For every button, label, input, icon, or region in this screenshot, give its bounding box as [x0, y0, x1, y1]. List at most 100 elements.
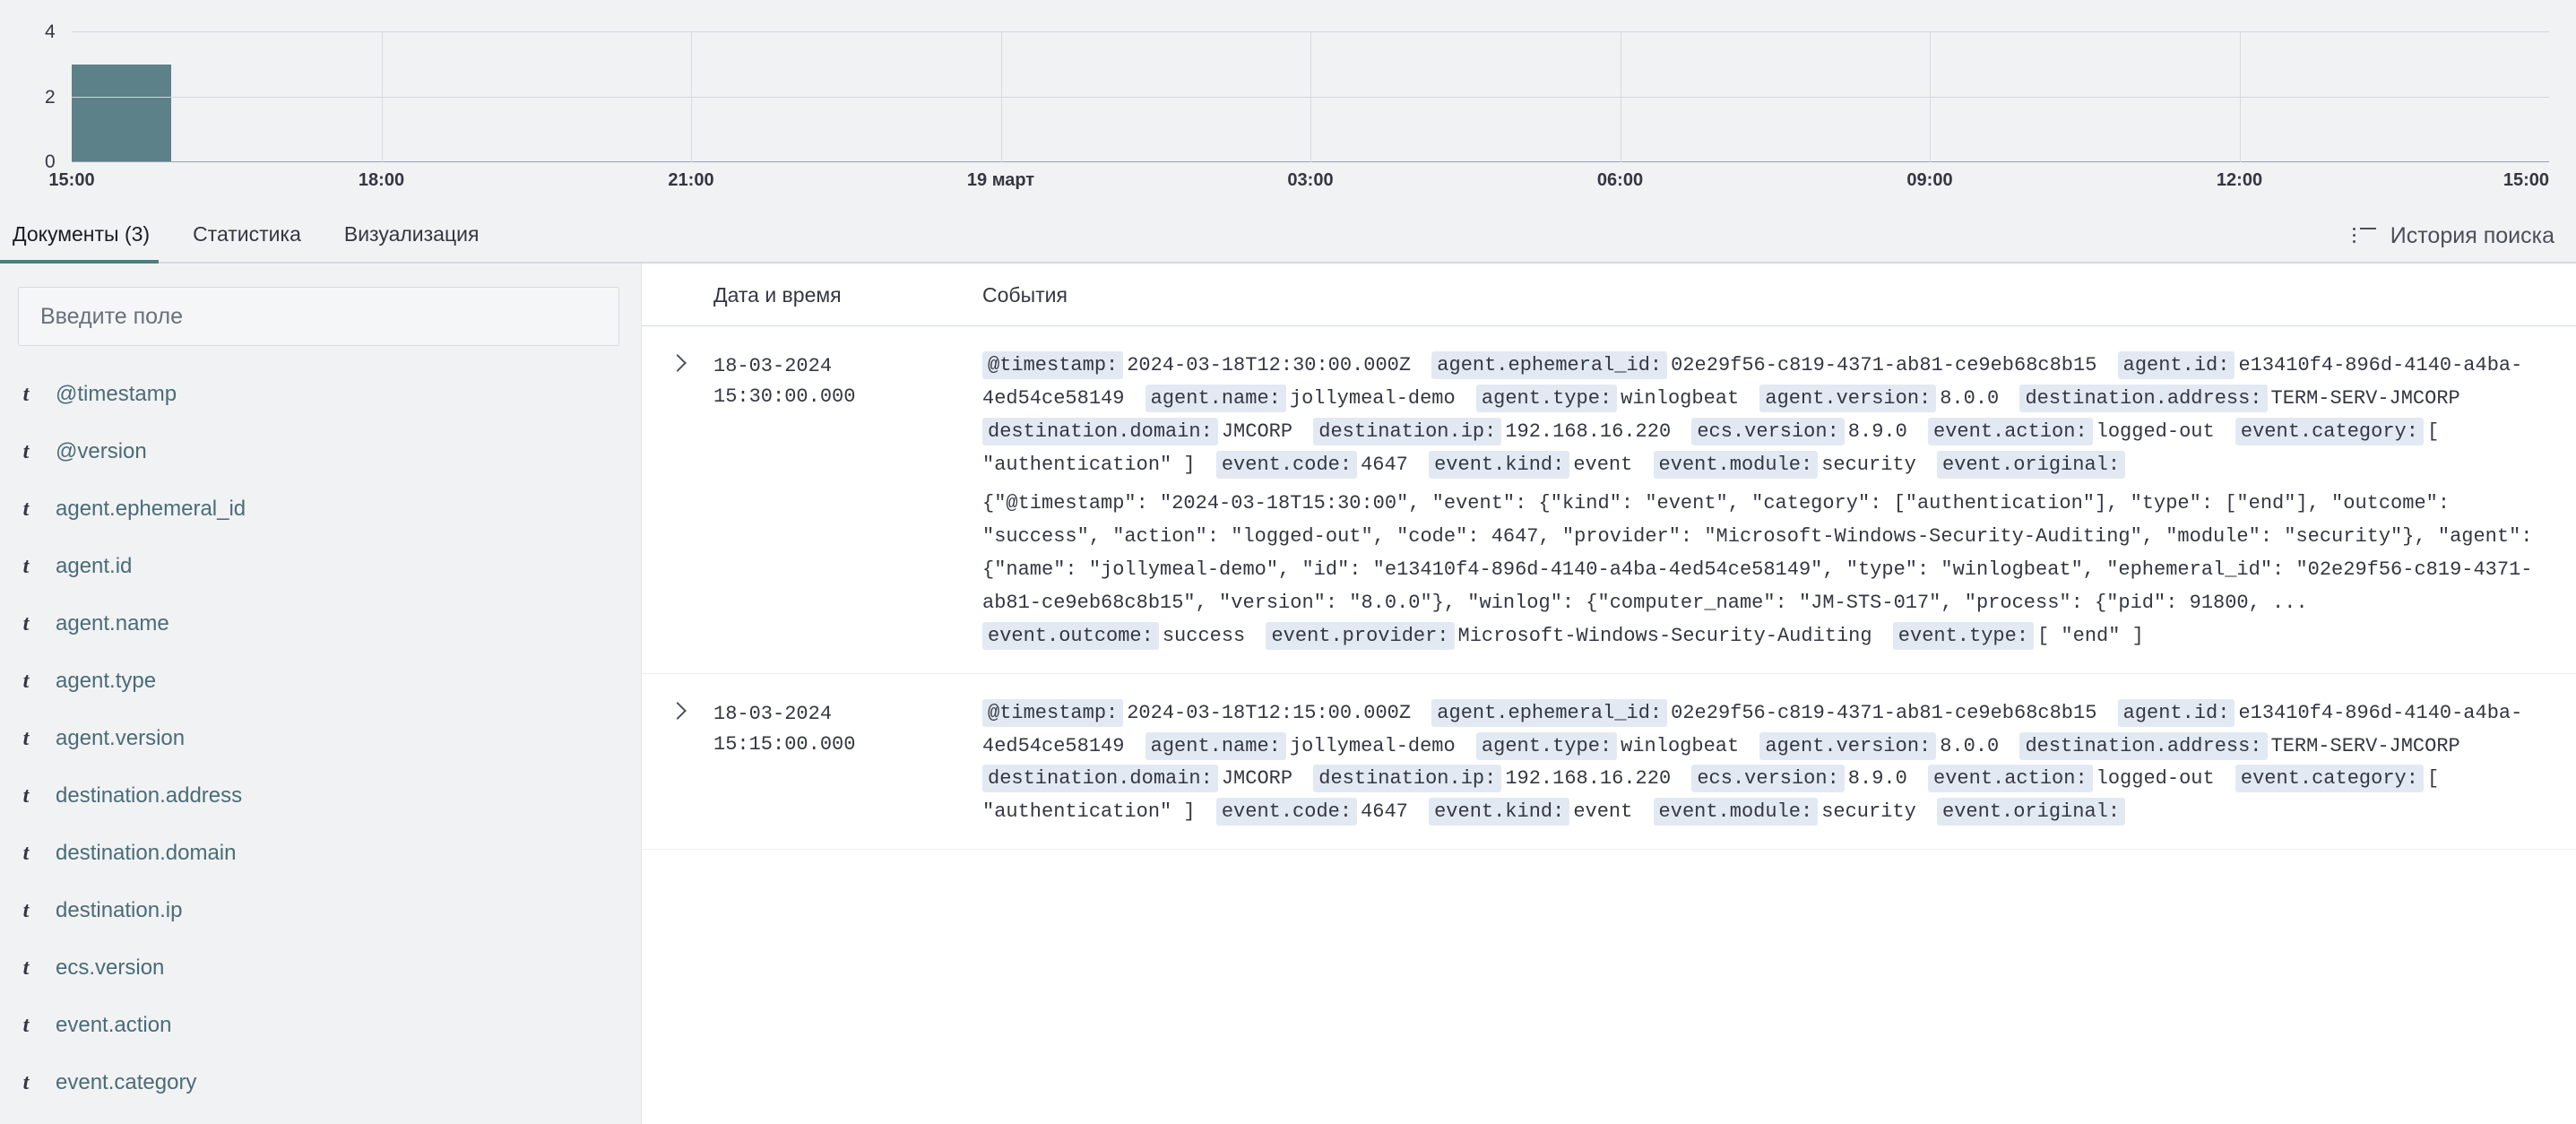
sidebar-field-destination.address[interactable]: t destination.address	[0, 767, 641, 825]
sidebar-field-agent.ephemeral_id[interactable]: t agent.ephemeral_id	[0, 480, 641, 538]
row-event-summary: @timestamp: 2024-03-18T12:30:00.000Z agen…	[982, 350, 2576, 653]
field-key: event.kind:	[1429, 798, 1570, 826]
field-value: 02e29f56-c819-4371-ab81-ce9eb68c8b15	[1671, 701, 2097, 724]
documents-table: Дата и время События 18-03-2024 15:30:00.…	[642, 264, 2576, 1124]
sidebar-field-@version[interactable]: t @version	[0, 423, 641, 480]
field-value: [ "end" ]	[2037, 624, 2144, 647]
field-value: success	[1162, 624, 1246, 647]
sidebar-field-agent.version[interactable]: t agent.version	[0, 710, 641, 767]
field-name-label: event.action	[56, 1013, 172, 1037]
field-key: agent.type:	[1475, 384, 1618, 412]
x-axis-tick: 21:00	[668, 170, 714, 190]
x-axis-tick: 15:00	[2503, 170, 2549, 190]
field-value: 192.168.16.220	[1505, 767, 1672, 791]
field-type-icon: t	[22, 1013, 30, 1037]
field-value: security	[1821, 453, 1916, 476]
field-type-icon: t	[22, 898, 30, 922]
field-key: agent.version:	[1759, 731, 1937, 760]
y-axis-tick: 4	[45, 22, 56, 42]
sidebar-field-agent.type[interactable]: t agent.type	[0, 653, 641, 710]
field-key: destination.ip:	[1313, 765, 1502, 793]
field-key: @timestamp:	[982, 351, 1124, 379]
field-list: t @timestamp t @version t agent.ephemeral_id t…	[0, 366, 641, 1111]
field-value: 02e29f56-c819-4371-ab81-ce9eb68c8b15	[1671, 354, 2097, 376]
field-search-box[interactable]	[18, 287, 619, 346]
row-date: 18-03-2024	[713, 702, 833, 725]
field-type-icon: t	[22, 669, 30, 693]
gridline-vertical	[1930, 32, 1931, 162]
field-key: event.module:	[1653, 450, 1819, 479]
search-history-button[interactable]: История поиска	[2352, 223, 2554, 262]
sidebar-field-event.action[interactable]: t event.action	[0, 997, 641, 1054]
histogram-bar[interactable]	[72, 65, 171, 162]
list-icon	[2352, 227, 2376, 246]
field-key: agent.name:	[1145, 384, 1286, 412]
discover-app: 024 15:00 18:00 21:00 19 март 03:00 06:00 09:0…	[0, 0, 2576, 1124]
field-key: destination.address:	[2019, 731, 2268, 760]
sidebar-field-@timestamp[interactable]: t @timestamp	[0, 366, 641, 423]
field-value: event	[1573, 453, 1633, 476]
x-axis-labels: 15:00 18:00 21:00 19 март 03:00 06:00 09:00 12:…	[48, 170, 2549, 197]
field-key: agent.id:	[2117, 351, 2235, 379]
field-value: security	[1821, 800, 1916, 824]
field-value: 8.0.0	[1940, 386, 2000, 410]
x-axis-tick: 06:00	[1596, 170, 1644, 190]
table-row[interactable]: 18-03-2024 15:15:00.000 @timestamp: 2024-03…	[642, 674, 2576, 851]
row-time: 15:15:00.000	[713, 732, 856, 756]
field-value: 8.0.0	[1940, 734, 2000, 757]
field-value: 4647	[1361, 453, 1408, 476]
x-axis-tick: 09:00	[1906, 170, 1953, 190]
field-key: destination.domain:	[982, 417, 1218, 445]
field-value: jollymeal-demo	[1289, 734, 1456, 757]
field-type-icon: t	[22, 841, 30, 865]
field-type-icon: t	[22, 611, 30, 635]
search-history-label: История поиска	[2390, 223, 2554, 248]
field-name-label: agent.version	[56, 726, 186, 750]
field-key: agent.version:	[1759, 384, 1937, 412]
field-key: event.outcome:	[982, 621, 1159, 650]
field-key: event.code:	[1215, 798, 1358, 826]
sidebar-field-ecs.version[interactable]: t ecs.version	[0, 939, 641, 997]
field-value: 8.9.0	[1847, 419, 1907, 443]
field-type-icon: t	[22, 497, 30, 521]
field-value: winlogbeat	[1621, 386, 1740, 410]
gridline-vertical	[1000, 32, 1002, 162]
field-type-icon: t	[22, 955, 30, 980]
expand-row-button[interactable]	[642, 697, 713, 720]
field-name-label: @timestamp	[56, 382, 177, 406]
field-key: destination.address:	[2019, 384, 2268, 412]
field-search-input[interactable]	[39, 302, 599, 331]
sidebar-field-agent.name[interactable]: t agent.name	[0, 595, 641, 653]
tab-0[interactable]: Документы (3)	[0, 222, 171, 264]
event-original-json: {"@timestamp": "2024-03-18T15:30:00", "e…	[982, 491, 2533, 614]
field-name-label: agent.name	[56, 611, 169, 635]
field-value: 2024-03-18T12:30:00.000Z	[1127, 354, 1412, 376]
field-name-label: destination.address	[56, 783, 243, 808]
sidebar-field-event.category[interactable]: t event.category	[0, 1054, 641, 1111]
expand-row-button[interactable]	[642, 350, 713, 372]
field-key: event.original:	[1937, 798, 2126, 826]
tab-1[interactable]: Статистика	[171, 222, 323, 262]
field-key: destination.ip:	[1313, 417, 1502, 445]
field-type-icon: t	[22, 726, 30, 750]
chart-plot-area[interactable]	[72, 31, 2549, 162]
table-row[interactable]: 18-03-2024 15:30:00.000 @timestamp: 2024-03…	[642, 326, 2576, 674]
field-key: ecs.version:	[1691, 765, 1845, 793]
x-axis-tick: 15:00	[48, 170, 95, 190]
tab-2[interactable]: Визуализация	[323, 222, 501, 262]
gridline-vertical	[1310, 32, 1311, 162]
field-name-label: agent.id	[56, 554, 133, 578]
field-key: event.category:	[2235, 765, 2424, 793]
sidebar-field-destination.ip[interactable]: t destination.ip	[0, 882, 641, 939]
content-area: t@timestampt@versiontagent.ephemeral_idt…	[0, 264, 2576, 1124]
field-type-icon: t	[22, 554, 30, 578]
y-axis-labels: 024	[0, 22, 63, 172]
sidebar-field-agent.id[interactable]: t agent.id	[0, 538, 641, 595]
field-name-label: @version	[56, 439, 147, 463]
field-sidebar: t@timestampt@versiontagent.ephemeral_idt…	[0, 264, 642, 1124]
field-value: 8.9.0	[1847, 767, 1907, 791]
field-value: event	[1573, 800, 1633, 824]
row-time: 15:30:00.000	[713, 385, 856, 409]
field-value: jollymeal-demo	[1289, 386, 1456, 410]
sidebar-field-destination.domain[interactable]: t destination.domain	[0, 825, 641, 882]
